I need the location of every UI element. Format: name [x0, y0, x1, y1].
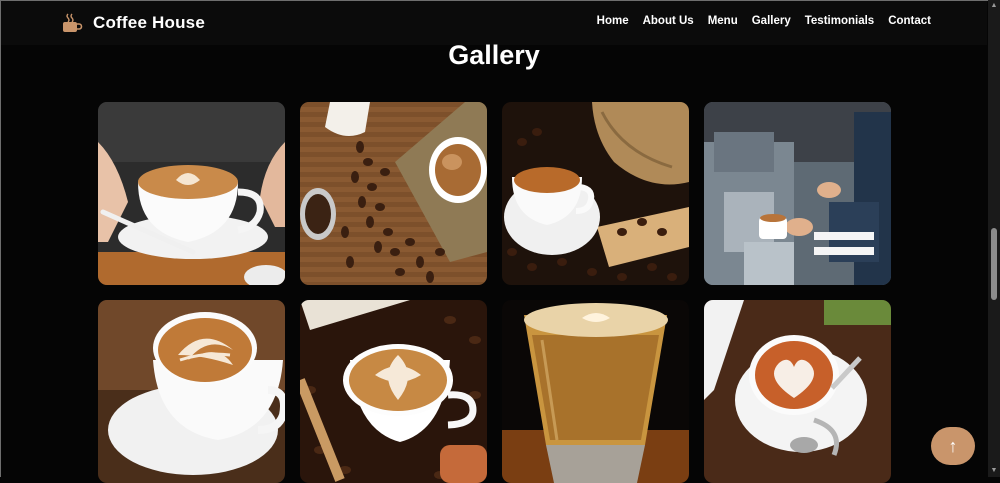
nav-link-contact[interactable]: Contact [888, 15, 931, 27]
nav-link-testimonials[interactable]: Testimonials [805, 15, 874, 27]
iced-coffee-glass-image[interactable] [502, 300, 689, 483]
scroll-down-arrow-icon[interactable]: ▼ [990, 467, 998, 475]
latte-art-on-beans-image[interactable] [300, 300, 487, 483]
main-nav: Home About Us Menu Gallery Testimonials … [597, 15, 931, 27]
nav-link-gallery[interactable]: Gallery [752, 15, 791, 27]
scroll-up-arrow-icon[interactable]: ▲ [990, 2, 998, 10]
nav-link-home[interactable]: Home [597, 15, 629, 27]
coffee-cup-icon [63, 13, 83, 32]
brand[interactable]: Coffee House [61, 10, 205, 36]
latte-art-saucer-image[interactable] [98, 300, 285, 483]
brand-name: Coffee House [93, 13, 205, 32]
latte-art-cup-held-image[interactable] [98, 102, 285, 285]
back-to-top-button[interactable]: ↑ [931, 427, 975, 465]
coffee-beans-sack-and-cup-image[interactable] [300, 102, 487, 285]
page-scrollbar[interactable]: ▲ ▼ [988, 0, 1000, 477]
page-title: Gallery [448, 40, 540, 70]
gallery-grid [98, 102, 891, 483]
barista-espresso-machine-image[interactable] [704, 102, 891, 285]
scrollbar-thumb[interactable] [991, 228, 997, 300]
arrow-up-icon: ↑ [948, 436, 958, 456]
nav-link-about-us[interactable]: About Us [643, 15, 694, 27]
window-border-left [0, 0, 1, 477]
nav-link-menu[interactable]: Menu [708, 15, 738, 27]
espresso-cup-with-burlap-beans-image[interactable] [502, 102, 689, 285]
heart-latte-on-table-image[interactable] [704, 300, 891, 483]
navbar: Coffee House Home About Us Menu Gallery … [1, 1, 987, 45]
